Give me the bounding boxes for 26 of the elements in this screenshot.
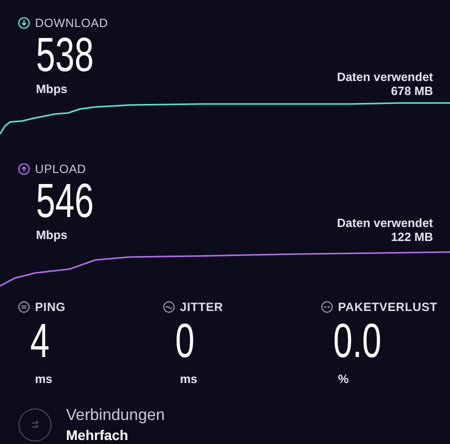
unit-label: %	[337, 371, 350, 388]
metric-label: PING	[35, 299, 66, 316]
section-label: UPLOAD	[35, 161, 86, 178]
connections-label: Verbindungen	[66, 406, 165, 426]
unit-label: ms	[34, 371, 54, 388]
arrow-up-icon	[18, 163, 30, 175]
unit-label: ms	[179, 371, 198, 388]
metric-label: PAKETVERLUST	[338, 299, 438, 316]
speed-value: 546	[36, 178, 94, 222]
unit-label: Mbps	[36, 227, 68, 244]
speed-value: 538	[36, 32, 94, 76]
minus-icon	[321, 301, 333, 313]
metric-value: 0	[174, 318, 196, 362]
metric-value: 0.0	[332, 318, 379, 362]
data-used-label: Daten verwendet	[336, 70, 433, 84]
wave-icon	[163, 301, 175, 313]
arrow-down-icon	[18, 17, 30, 29]
data-used-value: 122 MB	[390, 230, 433, 244]
data-used-label: Daten verwendet	[336, 216, 433, 230]
unit-label: Mbps	[36, 81, 68, 98]
section-label: DOWNLOAD	[35, 15, 108, 32]
metric-value: 4	[29, 318, 50, 362]
connections-icon	[18, 408, 52, 442]
data-used-value: 678 MB	[390, 84, 433, 98]
connections-value: Mehrfach	[66, 426, 130, 444]
metric-label: JITTER	[180, 299, 224, 316]
